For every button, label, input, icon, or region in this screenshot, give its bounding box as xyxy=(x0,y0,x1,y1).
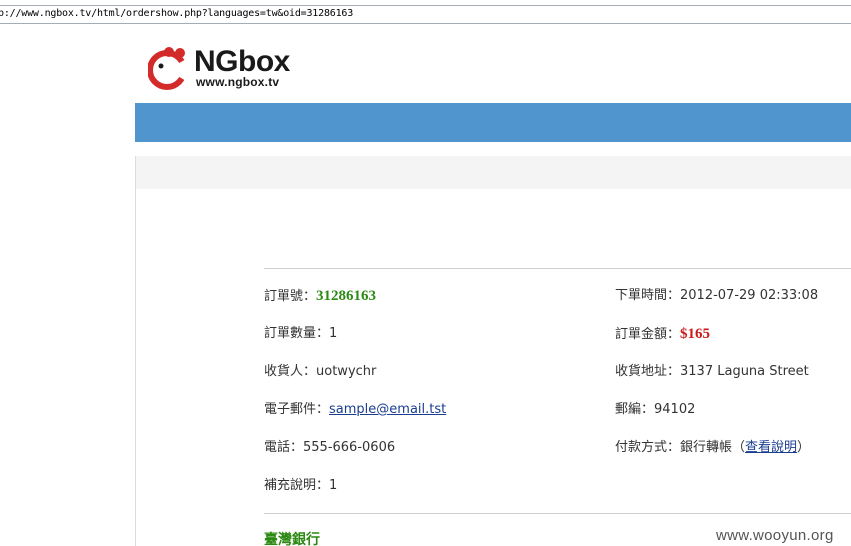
email-label: 電子郵件： xyxy=(264,402,330,417)
address-label: 收貨地址： xyxy=(615,364,681,379)
order-amount-value: $165 xyxy=(680,326,711,342)
receiver-value: uotwychr xyxy=(316,364,377,379)
browser-address-bar: p://www.ngbox.tv/html/ordershow.php?lang… xyxy=(0,0,851,28)
divider-bottom xyxy=(264,513,851,514)
order-qty-row: 訂單數量：1 xyxy=(264,326,337,342)
logo-brand-text: NGbox xyxy=(194,45,290,78)
order-number-value: 31286163 xyxy=(316,288,377,304)
order-qty-value: 1 xyxy=(329,326,338,341)
order-time-row: 下單時間：2012-07-29 02:33:08 xyxy=(615,288,818,304)
zip-row: 郵編：94102 xyxy=(615,402,695,418)
content-header-bar xyxy=(135,156,851,189)
ngbox-logo[interactable]: NGbox www.ngbox.tv xyxy=(148,44,298,92)
email-row: 電子郵件：sample@email.tst xyxy=(264,402,446,418)
address-row: 收貨地址：3137 Laguna Street xyxy=(615,364,809,380)
payment-label: 付款方式： xyxy=(615,440,681,455)
payment-row: 付款方式：銀行轉帳（查看說明） xyxy=(615,440,810,456)
phone-row: 電話：555-666-0606 xyxy=(264,440,395,456)
order-qty-label: 訂單數量： xyxy=(264,326,330,341)
order-amount-label: 訂單金額： xyxy=(615,327,681,342)
divider-top xyxy=(264,268,851,269)
ngbox-mascot-icon xyxy=(148,47,188,90)
payment-close-paren: ） xyxy=(797,440,811,455)
order-time-value: 2012-07-29 02:33:08 xyxy=(680,288,819,303)
note-value: 1 xyxy=(329,478,338,493)
url-text[interactable]: p://www.ngbox.tv/html/ordershow.php?lang… xyxy=(0,8,353,19)
order-number-row: 訂單號：31286163 xyxy=(264,288,376,305)
order-amount-row: 訂單金額：$165 xyxy=(615,326,710,343)
receiver-row: 收貨人：uotwychr xyxy=(264,364,376,380)
zip-value: 94102 xyxy=(654,402,696,417)
note-row: 補充說明：1 xyxy=(264,478,337,494)
order-number-label: 訂單號： xyxy=(264,289,317,304)
url-field[interactable]: p://www.ngbox.tv/html/ordershow.php?lang… xyxy=(0,5,851,24)
address-value: 3137 Laguna Street xyxy=(680,364,809,379)
receiver-label: 收貨人： xyxy=(264,364,317,379)
phone-value: 555-666-0606 xyxy=(303,440,396,455)
payment-value: 銀行轉帳（ xyxy=(680,440,746,455)
payment-help-link[interactable]: 查看說明 xyxy=(745,440,797,455)
watermark-text: www.wooyun.org xyxy=(716,527,834,544)
email-link[interactable]: sample@email.tst xyxy=(329,402,446,417)
bank-name: 臺灣銀行 xyxy=(264,532,320,546)
note-label: 補充說明： xyxy=(264,478,330,493)
order-time-label: 下單時間： xyxy=(615,288,681,303)
nav-bar xyxy=(135,103,851,142)
content-left-border xyxy=(135,156,136,546)
phone-label: 電話： xyxy=(264,440,304,455)
zip-label: 郵編： xyxy=(615,402,655,417)
logo-site-text: www.ngbox.tv xyxy=(196,75,280,89)
